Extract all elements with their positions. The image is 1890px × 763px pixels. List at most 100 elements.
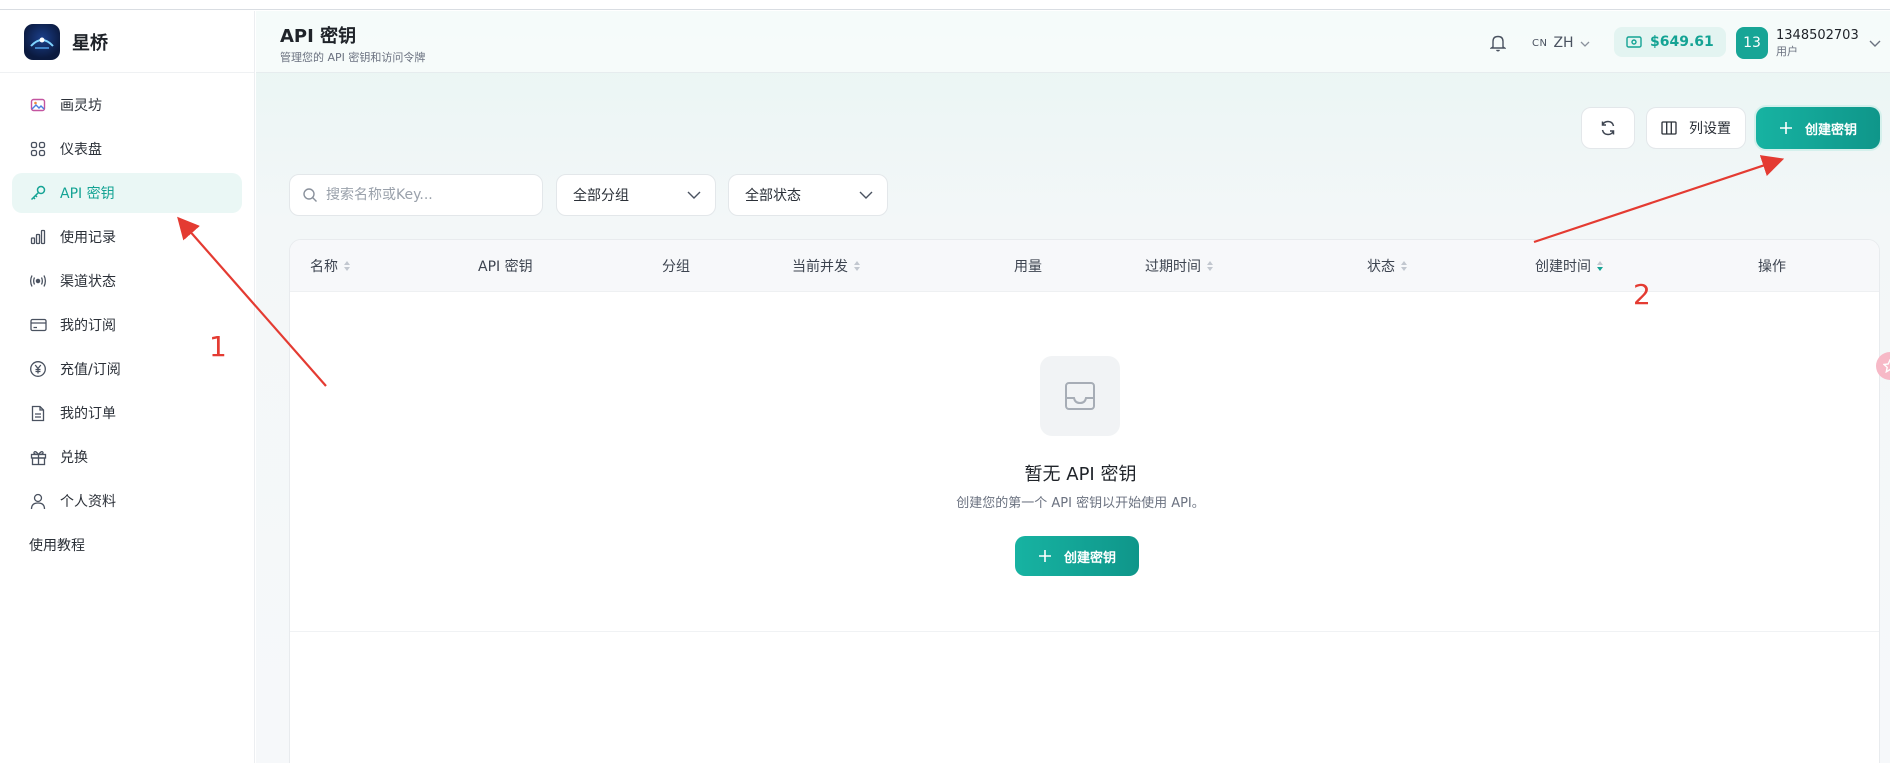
sidebar-item-label: 使用记录 <box>60 230 116 246</box>
refresh-icon <box>1601 120 1615 136</box>
sidebar-item-dashboard[interactable]: 仪表盘 <box>12 129 242 169</box>
column-header-usage: 用量 <box>1014 240 1042 292</box>
column-header-name[interactable]: 名称 <box>310 240 350 292</box>
column-settings-button[interactable]: 列设置 <box>1646 107 1746 149</box>
avatar: 13 <box>1736 27 1768 59</box>
sidebar-item-gallery[interactable]: 画灵坊 <box>12 85 242 125</box>
sidebar-item-label: 渠道状态 <box>60 274 116 290</box>
yen-coin-icon <box>28 359 48 379</box>
sidebar-item-my-orders[interactable]: 我的订单 <box>12 393 242 433</box>
page-subtitle: 管理您的 API 密钥和访问令牌 <box>280 51 426 64</box>
status-filter-value: 全部状态 <box>745 188 801 204</box>
empty-state: 暂无 API 密钥 创建您的第一个 API 密钥以开始使用 API。 创建密钥 <box>290 292 1879 632</box>
sidebar-item-api-keys[interactable]: API 密钥 <box>12 173 242 213</box>
wallet-icon <box>1626 36 1642 48</box>
user-icon <box>28 491 48 511</box>
column-header-label: 过期时间 <box>1145 259 1201 275</box>
chevron-down-icon <box>1580 35 1590 51</box>
sort-icon <box>1401 261 1407 271</box>
user-meta: 1348502703 用户 <box>1776 28 1859 59</box>
group-filter-select[interactable]: 全部分组 <box>556 174 716 216</box>
refresh-button[interactable] <box>1581 107 1635 149</box>
sidebar-item-usage[interactable]: 使用记录 <box>12 217 242 257</box>
gift-icon <box>28 447 48 467</box>
brand[interactable]: 星桥 <box>0 11 254 73</box>
chevron-down-icon <box>687 187 701 203</box>
column-header-concurrency[interactable]: 当前并发 <box>792 240 860 292</box>
window-top-edge <box>0 0 1890 10</box>
sidebar-item-channel-status[interactable]: 渠道状态 <box>12 261 242 301</box>
column-header-label: 用量 <box>1014 259 1042 275</box>
sidebar-item-label: 充值/订阅 <box>60 362 121 378</box>
sidebar-item-label: 个人资料 <box>60 494 116 510</box>
image-icon <box>28 95 48 115</box>
column-header-label: 名称 <box>310 259 338 275</box>
sidebar-item-my-subscription[interactable]: 我的订阅 <box>12 305 242 345</box>
sidebar-item-label: 兑换 <box>60 450 88 466</box>
brand-name: 星桥 <box>72 32 108 54</box>
main-content: API 密钥 管理您的 API 密钥和访问令牌 CN ZH $649.61 13… <box>256 11 1890 763</box>
balance-badge[interactable]: $649.61 <box>1614 27 1726 57</box>
dashboard-grid-icon <box>28 139 48 159</box>
sidebar: 星桥 画灵坊 仪表盘 API 密钥 使用记录 渠道状态 我的订阅 充值/订阅 我… <box>0 11 255 763</box>
sidebar-item-label: 使用教程 <box>29 538 85 554</box>
empty-state-title: 暂无 API 密钥 <box>1024 464 1137 485</box>
page-header: API 密钥 管理您的 API 密钥和访问令牌 CN ZH $649.61 13… <box>256 11 1890 73</box>
column-header-created[interactable]: 创建时间 <box>1535 240 1603 292</box>
key-icon <box>28 183 48 203</box>
column-header-label: 创建时间 <box>1535 259 1591 275</box>
search-input[interactable] <box>326 187 526 203</box>
signal-icon <box>28 271 48 291</box>
columns-icon <box>1661 121 1677 135</box>
sort-icon <box>1207 261 1213 271</box>
sidebar-item-label: 画灵坊 <box>60 98 102 114</box>
brand-logo <box>24 23 60 60</box>
column-header-label: 操作 <box>1758 259 1786 275</box>
column-header-label: 状态 <box>1367 259 1395 275</box>
inbox-icon <box>1040 356 1120 436</box>
column-header-label: 当前并发 <box>792 259 848 275</box>
language-code: ZH <box>1553 35 1574 51</box>
language-switcher[interactable]: CN ZH <box>1532 31 1590 55</box>
sidebar-item-redeem[interactable]: 兑换 <box>12 437 242 477</box>
empty-state-description: 创建您的第一个 API 密钥以开始使用 API。 <box>956 496 1205 511</box>
sort-icon <box>344 261 350 271</box>
column-header-label: 分组 <box>662 259 690 275</box>
notification-bell-button[interactable] <box>1486 31 1510 55</box>
sidebar-nav: 画灵坊 仪表盘 API 密钥 使用记录 渠道状态 我的订阅 充值/订阅 我的订单… <box>0 73 254 565</box>
sort-desc-icon <box>1597 261 1603 271</box>
column-header-expires[interactable]: 过期时间 <box>1145 240 1213 292</box>
sidebar-item-tutorial[interactable]: 使用教程 <box>12 525 242 565</box>
plus-icon <box>1038 549 1052 563</box>
status-filter-select[interactable]: 全部状态 <box>728 174 888 216</box>
create-first-key-label: 创建密钥 <box>1063 550 1116 566</box>
user-name: 1348502703 <box>1776 27 1859 43</box>
page-title: API 密钥 <box>280 26 357 47</box>
language-flag-text: CN <box>1532 37 1548 49</box>
sidebar-item-recharge[interactable]: 充值/订阅 <box>12 349 242 389</box>
annotation-label-1: 1 <box>209 330 227 363</box>
column-header-actions: 操作 <box>1758 240 1786 292</box>
document-icon <box>28 403 48 423</box>
create-first-key-button[interactable]: 创建密钥 <box>1015 536 1139 576</box>
column-header-api-key: API 密钥 <box>478 240 533 292</box>
create-key-button[interactable]: 创建密钥 <box>1756 107 1880 149</box>
user-menu[interactable]: 13 1348502703 用户 <box>1736 25 1881 61</box>
plus-icon <box>1779 121 1793 135</box>
search-icon <box>302 187 318 203</box>
sidebar-item-label: 仪表盘 <box>60 142 102 158</box>
bell-icon <box>1490 35 1506 52</box>
bar-chart-icon <box>28 227 48 247</box>
group-filter-value: 全部分组 <box>573 188 629 204</box>
column-header-status[interactable]: 状态 <box>1367 240 1407 292</box>
chevron-down-icon <box>859 187 873 203</box>
sidebar-item-profile[interactable]: 个人资料 <box>12 481 242 521</box>
search-box[interactable] <box>289 174 543 216</box>
column-settings-label: 列设置 <box>1689 121 1731 137</box>
sort-icon <box>854 261 860 271</box>
api-keys-table: 名称 API 密钥 分组 当前并发 用量 过期时间 状态 创建时间 操作 暂无 … <box>289 239 1880 763</box>
balance-amount: $649.61 <box>1650 34 1714 50</box>
create-key-label: 创建密钥 <box>1804 122 1857 138</box>
sidebar-item-label: 我的订单 <box>60 406 116 422</box>
column-header-label: API 密钥 <box>478 259 533 275</box>
